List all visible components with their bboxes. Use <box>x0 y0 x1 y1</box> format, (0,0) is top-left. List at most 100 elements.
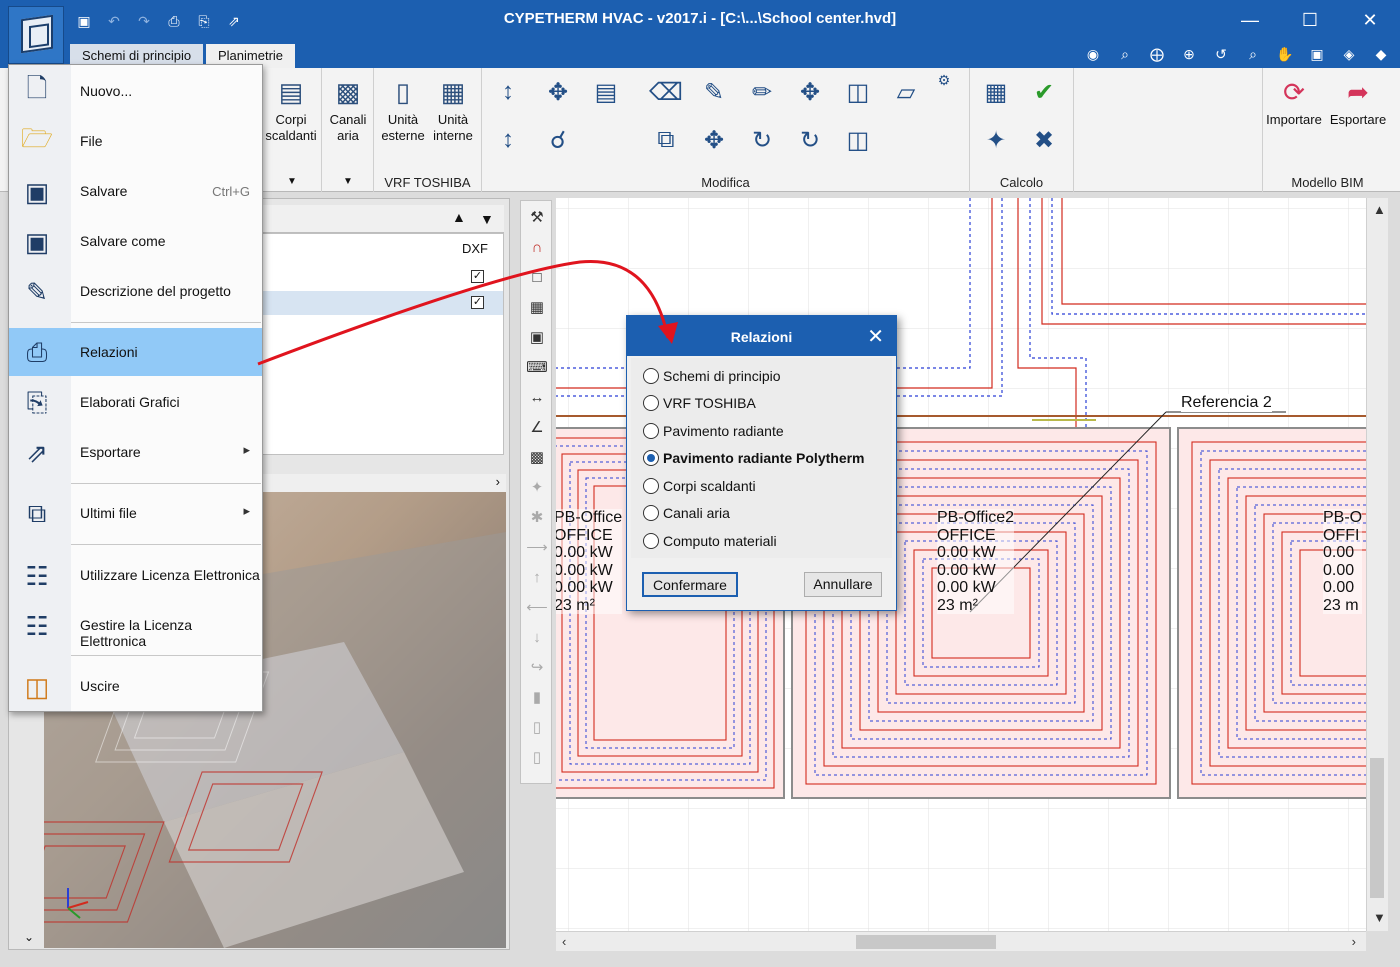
arrow-down-icon[interactable]: ↓ <box>525 625 549 649</box>
menu-item-uscire[interactable]: ◫ Uscire <box>9 662 262 710</box>
layers-row-selected[interactable] <box>263 291 503 315</box>
disabled-tool-icon[interactable]: ✦ <box>525 475 549 499</box>
zoom-previous-icon[interactable]: ↺ <box>1208 43 1234 65</box>
menu-item-salvare-come[interactable]: ▣ Salvare come <box>9 217 262 265</box>
undo-icon[interactable]: ↶ <box>102 11 126 31</box>
app-menu-button[interactable] <box>8 6 64 64</box>
vertical-scrollbar[interactable]: ▲ ▼ <box>1366 198 1388 931</box>
cancel-button[interactable]: Annullare <box>804 572 882 597</box>
corpi-scaldanti-button[interactable]: ▤ Corpi scaldanti <box>262 76 320 144</box>
arrow-up-icon[interactable]: ↑ <box>525 565 549 589</box>
globe-icon[interactable]: ◈ <box>1336 43 1362 65</box>
zoom-x2-icon[interactable]: ⊕ <box>1176 43 1202 65</box>
scrollbar-thumb[interactable] <box>856 935 996 949</box>
menu-item-ultimi-file[interactable]: ⧉ Ultimi file ▸ <box>9 489 262 537</box>
save-icon[interactable]: ▣ <box>72 11 96 31</box>
rotate-copy-icon[interactable]: ↻ <box>744 122 780 158</box>
angle-icon[interactable]: ∠ <box>525 415 549 439</box>
radio-vrf-toshiba[interactable]: VRF TOSHIBA <box>643 393 756 413</box>
object-snap-icon[interactable]: □ <box>525 265 549 289</box>
radio-pavimento-radiante[interactable]: Pavimento radiante <box>643 421 784 441</box>
chevron-down-icon[interactable]: ▼ <box>282 174 302 190</box>
radio-pavimento-radiante-polytherm[interactable]: Pavimento radiante Polytherm <box>643 448 865 468</box>
wall-icon[interactable]: ▮ <box>525 685 549 709</box>
layers-icon[interactable]: ▩ <box>525 445 549 469</box>
find-binoculars-icon[interactable]: ◉ <box>1080 43 1106 65</box>
zoom-all-icon[interactable]: ⨁ <box>1144 43 1170 65</box>
esportare-button[interactable]: ➦ Esportare <box>1327 76 1389 128</box>
menu-item-elaborati-grafici[interactable]: ⎘ Elaborati Grafici <box>9 378 262 426</box>
pencil-icon[interactable]: ✎ <box>696 74 732 110</box>
column-icon[interactable]: ▯ <box>525 715 549 739</box>
menu-item-relazioni[interactable]: ⎙ Relazioni <box>9 328 262 376</box>
mirror-icon[interactable]: ◫ <box>840 74 876 110</box>
dxf-checkbox[interactable]: ✓ <box>471 296 484 309</box>
dxf-checkbox[interactable]: ✓ <box>471 270 484 283</box>
confirm-button[interactable]: Confermare <box>642 572 738 597</box>
zoom-window-icon[interactable]: ⌕ <box>1112 43 1138 65</box>
radio-schemi-di-principio[interactable]: Schemi di principio <box>643 366 781 386</box>
move-text-icon[interactable]: ✥ <box>540 74 576 110</box>
calculate-icon[interactable]: ▦ <box>978 74 1014 110</box>
magic-wand-icon[interactable]: ✦ <box>978 122 1014 158</box>
menu-item-file[interactable]: 🗁 File <box>9 117 262 165</box>
scroll-right-icon[interactable]: › <box>1352 934 1356 949</box>
redo-icon[interactable]: ↷ <box>132 11 156 31</box>
move-down-icon[interactable]: ▼ <box>480 211 494 227</box>
scroll-up-icon[interactable]: ▲ <box>1373 202 1386 217</box>
canali-aria-button[interactable]: ▩ Canali aria <box>322 76 374 144</box>
curve-icon[interactable]: ↪ <box>525 655 549 679</box>
brush-icon[interactable]: ✏ <box>744 74 780 110</box>
chevron-down-icon[interactable]: ▼ <box>338 174 358 190</box>
print-preview-icon[interactable]: ⎘ <box>192 11 216 31</box>
plane-icon[interactable]: ▱ <box>888 74 924 110</box>
eraser-icon[interactable]: ⌫ <box>648 74 684 110</box>
maximize-icon[interactable]: ☐ <box>1280 0 1340 40</box>
move-icon[interactable]: ✥ <box>792 74 828 110</box>
radio-corpi-scaldanti[interactable]: Corpi scaldanti <box>643 476 756 496</box>
beam-icon[interactable]: ▯ <box>525 745 549 769</box>
scroll-down-icon[interactable]: ⌄ <box>24 930 34 944</box>
check-errors-icon[interactable]: ✔ <box>1026 74 1062 110</box>
close-icon[interactable]: ✕ <box>1340 0 1400 40</box>
unita-interne-button[interactable]: ▦ Unità interne <box>428 76 478 144</box>
close-icon[interactable]: ✕ <box>867 324 884 349</box>
measure-icon[interactable]: ↔ <box>525 385 549 409</box>
menu-item-nuovo[interactable]: 🗋 Nuovo... <box>9 67 262 115</box>
window-icon[interactable]: ▣ <box>1304 43 1330 65</box>
chevron-right-icon[interactable]: › <box>496 474 500 489</box>
move-up-icon[interactable]: ▲ <box>452 209 466 225</box>
menu-item-utilizzare-licenza[interactable]: ☷ Utilizzare Licenza Elettronica <box>9 551 262 599</box>
delete-results-icon[interactable]: ✖ <box>1026 122 1062 158</box>
arrow-left-icon[interactable]: ⟵ <box>525 595 549 619</box>
unita-esterne-button[interactable]: ▯ Unità esterne <box>378 76 428 144</box>
keyboard-icon[interactable]: ⌨ <box>525 355 549 379</box>
text-edit-icon[interactable]: ▤ <box>588 74 624 110</box>
radio-computo-materiali[interactable]: Computo materiali <box>643 531 777 551</box>
copy-icon[interactable]: ⧉ <box>648 122 684 158</box>
book-icon[interactable]: ◆ <box>1368 43 1394 65</box>
settings-gear-icon[interactable]: ⚙ <box>934 70 954 90</box>
stretch-icon[interactable]: ↕ <box>490 74 526 110</box>
radio-canali-aria[interactable]: Canali aria <box>643 503 730 523</box>
disabled-tool-icon[interactable]: ✱ <box>525 505 549 529</box>
pan-hand-icon[interactable]: ✋ <box>1272 43 1298 65</box>
tools-icon[interactable]: ⚒ <box>525 205 549 229</box>
arrow-right-icon[interactable]: ⟶ <box>525 535 549 559</box>
scroll-left-icon[interactable]: ‹ <box>562 934 566 949</box>
mirror-copy-icon[interactable]: ◫ <box>840 122 876 158</box>
align-icon[interactable]: ↕ <box>490 122 526 158</box>
move-copy-icon[interactable]: ✥ <box>696 122 732 158</box>
zoom-in-icon[interactable]: ⌕ <box>1240 43 1266 65</box>
rotate-icon[interactable]: ↻ <box>792 122 828 158</box>
grid-icon[interactable]: ▦ <box>525 295 549 319</box>
menu-item-esportare[interactable]: ⇗ Esportare ▸ <box>9 428 262 476</box>
snap-point-icon[interactable]: ▣ <box>525 325 549 349</box>
export-icon[interactable]: ⇗ <box>222 11 246 31</box>
snap-magnet-icon[interactable]: ∩ <box>525 235 549 259</box>
horizontal-scrollbar[interactable]: ‹ › <box>556 931 1366 951</box>
importare-button[interactable]: ⟳ Importare <box>1263 76 1325 128</box>
scroll-down-icon[interactable]: ▼ <box>1373 910 1386 925</box>
minimize-icon[interactable]: — <box>1220 0 1280 40</box>
scrollbar-thumb[interactable] <box>1370 758 1384 898</box>
